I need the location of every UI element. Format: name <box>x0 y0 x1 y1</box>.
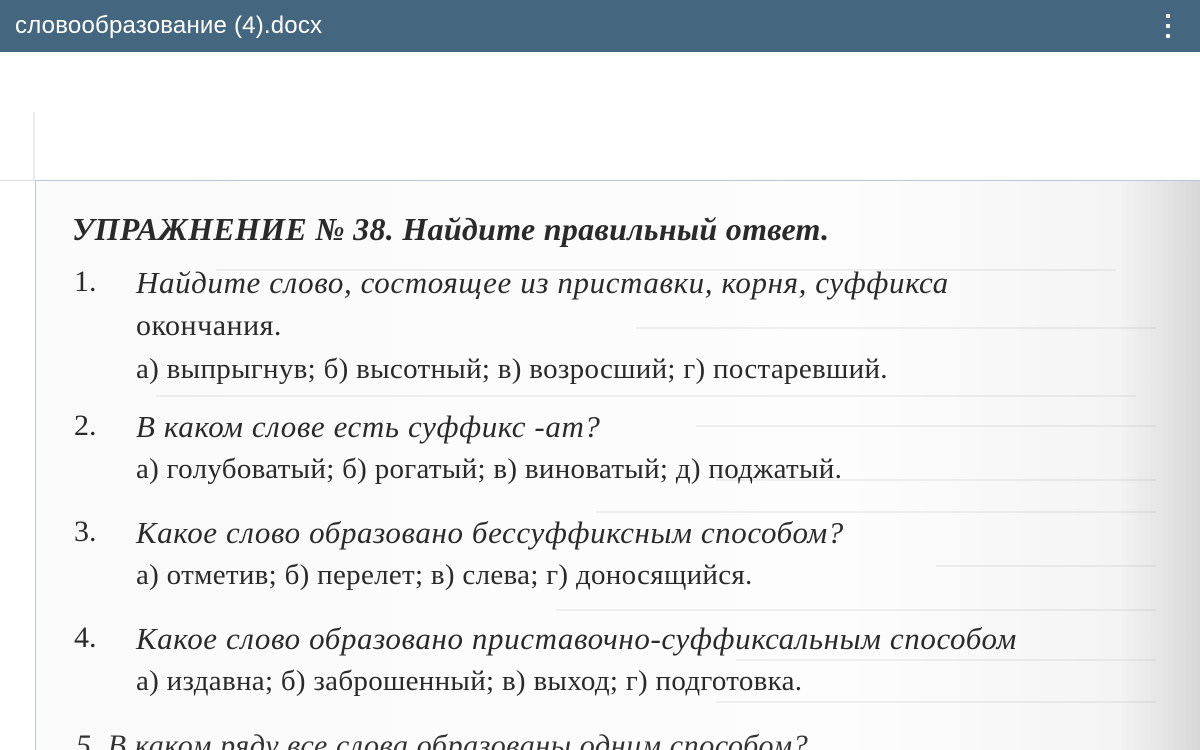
question-text: Найдите слово, состоящее из приставки, к… <box>136 265 949 300</box>
answer-options: а) выпрыгнув; б) высотный; в) возросший;… <box>136 353 888 385</box>
scanned-page-image: УПРАЖНЕНИЕ № 38. Найдите правильный отве… <box>35 180 1200 750</box>
question-5-partial: 5. В каком ряду все слова образованы одн… <box>76 729 809 750</box>
question-text: Какое слово образовано бессуффиксным спо… <box>136 515 844 550</box>
question-text-continued: окончания. <box>136 309 282 342</box>
more-options-icon[interactable] <box>1144 8 1184 44</box>
answer-options: а) отметив; б) перелет; в) слева; г) дон… <box>136 559 753 591</box>
question-number: 4. <box>74 621 97 654</box>
question-text: Какое слово образовано приставочно-суффи… <box>136 621 1017 656</box>
answer-options: а) издавна; б) заброшенный; в) выход; г)… <box>136 665 803 697</box>
question-number: 1. <box>74 265 97 298</box>
exercise-heading: УПРАЖНЕНИЕ № 38. Найдите правильный отве… <box>72 211 830 247</box>
app-bar: словообразование (4).docx <box>0 0 1200 52</box>
question-number: 2. <box>74 409 97 442</box>
document-title: словообразование (4).docx <box>15 12 323 39</box>
page-edge <box>33 112 35 180</box>
answer-options: а) голубоватый; б) рогатый; в) виноватый… <box>136 453 843 485</box>
page-divider <box>0 180 35 181</box>
question-text: В каком слове есть суффикс -ат? <box>136 409 601 444</box>
question-number: 3. <box>74 515 97 548</box>
